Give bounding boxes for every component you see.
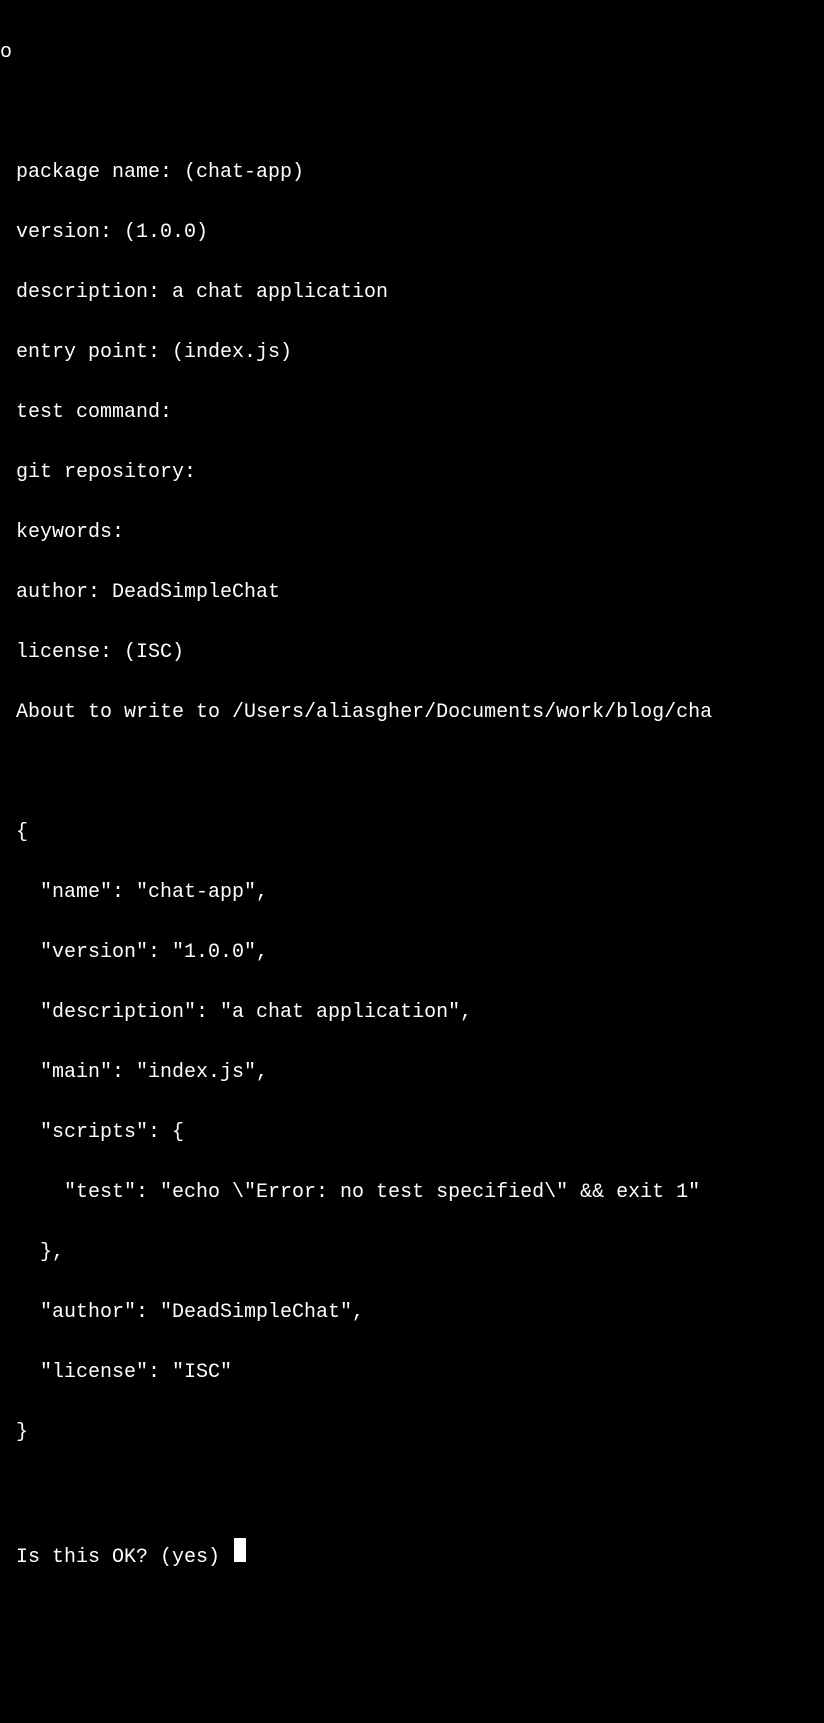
blank-line-2: [16, 1478, 824, 1508]
prompt-package-name: package name: (chat-app): [16, 158, 824, 188]
prompt-git-repository: git repository:: [16, 458, 824, 488]
prompt-keywords: keywords:: [16, 518, 824, 548]
prompt-author: author: DeadSimpleChat: [16, 578, 824, 608]
json-description: "description": "a chat application",: [16, 998, 824, 1028]
json-scripts-open: "scripts": {: [16, 1118, 824, 1148]
json-name: "name": "chat-app",: [16, 878, 824, 908]
edge-partial-char: o: [0, 38, 12, 68]
prompt-version: version: (1.0.0): [16, 218, 824, 248]
prompt-license: license: (ISC): [16, 638, 824, 668]
json-open-brace: {: [16, 818, 824, 848]
json-test: "test": "echo \"Error: no test specified…: [16, 1178, 824, 1208]
json-author: "author": "DeadSimpleChat",: [16, 1298, 824, 1328]
json-version: "version": "1.0.0",: [16, 938, 824, 968]
terminal-cursor[interactable]: [234, 1538, 246, 1562]
about-to-write-path: About to write to /Users/aliasgher/Docum…: [16, 698, 824, 728]
prompt-description: description: a chat application: [16, 278, 824, 308]
blank-line: [16, 758, 824, 788]
json-scripts-close: },: [16, 1238, 824, 1268]
prompt-entry-point: entry point: (index.js): [16, 338, 824, 368]
json-close-brace: }: [16, 1418, 824, 1448]
confirm-prompt-text: Is this OK? (yes): [16, 1543, 232, 1573]
json-main: "main": "index.js",: [16, 1058, 824, 1088]
json-license: "license": "ISC": [16, 1358, 824, 1388]
prompt-test-command: test command:: [16, 398, 824, 428]
